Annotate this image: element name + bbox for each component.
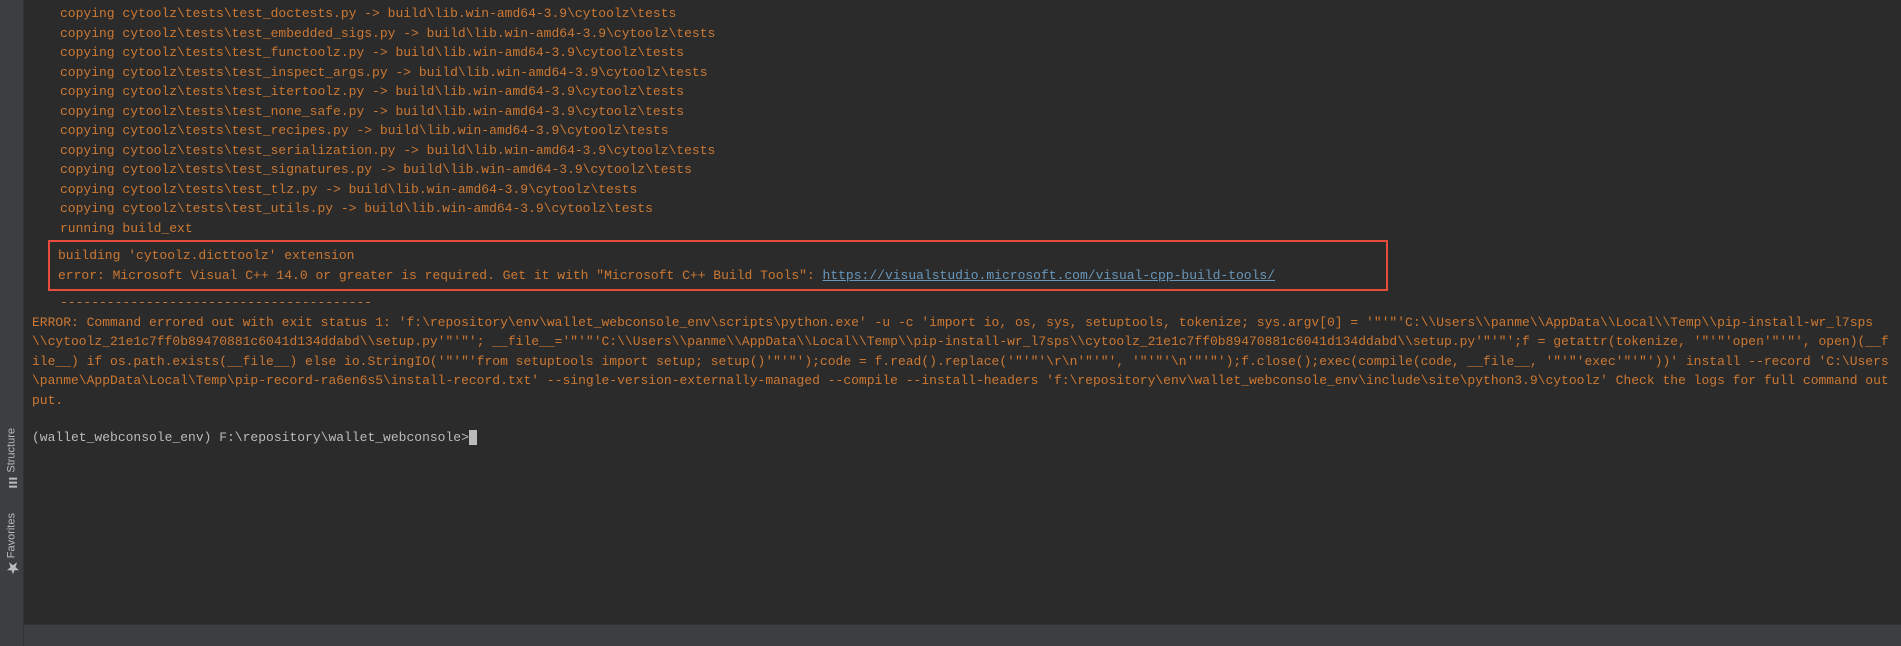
terminal-output-line: copying cytoolz\tests\test_serialization… xyxy=(32,141,1893,161)
terminal-output-line: copying cytoolz\tests\test_embedded_sigs… xyxy=(32,24,1893,44)
terminal-output-line: copying cytoolz\tests\test_none_safe.py … xyxy=(32,102,1893,122)
terminal-output-line: building 'cytoolz.dicttoolz' extension xyxy=(58,246,1378,266)
terminal-output-line: copying cytoolz\tests\test_signatures.py… xyxy=(32,160,1893,180)
terminal-output-line: copying cytoolz\tests\test_functoolz.py … xyxy=(32,43,1893,63)
star-icon xyxy=(6,562,18,574)
sidebar-label: Favorites xyxy=(3,513,20,558)
sidebar-item-structure[interactable]: Structure xyxy=(0,416,23,501)
build-tools-link[interactable]: https://visualstudio.microsoft.com/visua… xyxy=(823,268,1275,283)
terminal-output-line: copying cytoolz\tests\test_itertoolz.py … xyxy=(32,82,1893,102)
sidebar-item-favorites[interactable]: Favorites xyxy=(0,501,23,586)
terminal-output-line: running build_ext xyxy=(32,219,1893,239)
terminal-prompt[interactable]: (wallet_webconsole_env) F:\repository\wa… xyxy=(32,428,1893,448)
terminal-output-line: copying cytoolz\tests\test_recipes.py ->… xyxy=(32,121,1893,141)
terminal-output-line: copying cytoolz\tests\test_tlz.py -> bui… xyxy=(32,180,1893,200)
terminal-error-block: ERROR: Command errored out with exit sta… xyxy=(32,313,1893,411)
highlighted-error-box: building 'cytoolz.dicttoolz' extension e… xyxy=(48,240,1388,291)
terminal-output-line: copying cytoolz\tests\test_doctests.py -… xyxy=(32,4,1893,24)
prompt-text: (wallet_webconsole_env) F:\repository\wa… xyxy=(32,430,469,445)
terminal-output-line: copying cytoolz\tests\test_inspect_args.… xyxy=(32,63,1893,83)
ide-sidebar: Structure Favorites xyxy=(0,0,24,646)
terminal-divider-line: ---------------------------------------- xyxy=(32,293,1893,313)
terminal-error-line: error: Microsoft Visual C++ 14.0 or grea… xyxy=(58,266,1378,286)
error-text: error: Microsoft Visual C++ 14.0 or grea… xyxy=(58,268,823,283)
terminal-output-line: copying cytoolz\tests\test_utils.py -> b… xyxy=(32,199,1893,219)
sidebar-label: Structure xyxy=(3,428,20,473)
terminal-panel[interactable]: copying cytoolz\tests\test_doctests.py -… xyxy=(24,0,1901,646)
structure-icon xyxy=(6,477,18,489)
ide-bottom-bar[interactable] xyxy=(24,624,1901,646)
cursor-icon xyxy=(469,430,477,445)
